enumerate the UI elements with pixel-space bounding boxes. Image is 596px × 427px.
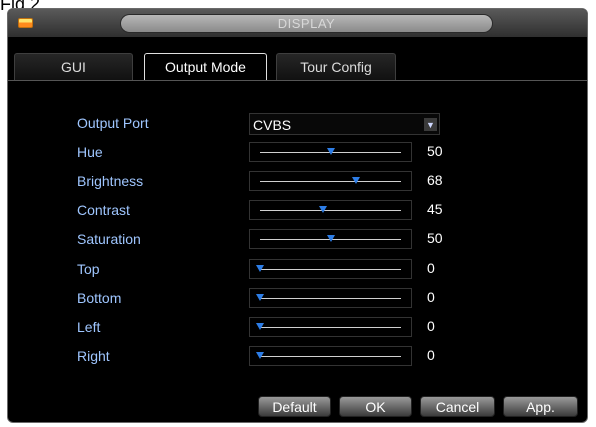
saturation-slider[interactable] [249, 229, 412, 249]
slider-track [260, 356, 401, 357]
contrast-slider[interactable] [249, 200, 412, 220]
slider-thumb[interactable] [256, 294, 264, 301]
slider-track [260, 298, 401, 299]
tab-output-mode[interactable]: Output Mode [144, 53, 267, 81]
slider-thumb[interactable] [256, 265, 264, 272]
cancel-button[interactable]: Cancel [420, 396, 495, 417]
slider-thumb[interactable] [326, 235, 335, 242]
output-port-label: Output Port [77, 115, 149, 131]
top-label: Top [77, 261, 100, 277]
tab-gui[interactable]: GUI [14, 53, 133, 80]
tab-bar: GUI Output Mode Tour Config [8, 53, 587, 81]
brightness-label: Brightness [77, 173, 144, 189]
bottom-value: 0 [427, 289, 435, 305]
tab-tour-config[interactable]: Tour Config [276, 53, 396, 80]
top-value: 0 [427, 260, 435, 276]
left-label: Left [77, 319, 101, 335]
chevron-down-icon[interactable]: ▼ [424, 118, 437, 131]
right-value: 0 [427, 347, 435, 363]
title-bar: DISPLAY [8, 9, 587, 37]
app-icon [18, 18, 33, 28]
top-slider[interactable] [249, 259, 412, 279]
default-button[interactable]: Default [258, 396, 331, 417]
brightness-value: 68 [427, 172, 443, 188]
hue-slider[interactable] [249, 142, 412, 162]
right-label: Right [77, 348, 110, 364]
slider-track [260, 269, 401, 270]
ok-button[interactable]: OK [339, 396, 412, 417]
slider-thumb[interactable] [256, 352, 264, 359]
tab-divider [8, 80, 587, 81]
output-port-select[interactable]: CVBS ▼ [249, 113, 440, 135]
slider-track [260, 210, 401, 211]
display-window: DISPLAY GUI Output Mode Tour Config Outp… [7, 8, 588, 423]
hue-label: Hue [77, 144, 103, 160]
bottom-label: Bottom [77, 290, 122, 306]
left-slider[interactable] [249, 317, 412, 337]
saturation-value: 50 [427, 230, 443, 246]
left-value: 0 [427, 318, 435, 334]
slider-track [260, 181, 401, 182]
contrast-label: Contrast [77, 202, 130, 218]
saturation-label: Saturation [77, 231, 141, 247]
contrast-value: 45 [427, 201, 443, 217]
brightness-slider[interactable] [249, 171, 412, 191]
slider-thumb[interactable] [256, 323, 264, 330]
slider-track [260, 327, 401, 328]
slider-thumb[interactable] [319, 206, 328, 213]
bottom-slider[interactable] [249, 288, 412, 308]
window-title: DISPLAY [120, 14, 493, 33]
right-slider[interactable] [249, 346, 412, 366]
slider-thumb[interactable] [326, 148, 335, 155]
hue-value: 50 [427, 143, 443, 159]
slider-thumb[interactable] [351, 177, 360, 184]
output-port-value: CVBS [253, 117, 292, 133]
apply-button[interactable]: App. [503, 396, 578, 417]
